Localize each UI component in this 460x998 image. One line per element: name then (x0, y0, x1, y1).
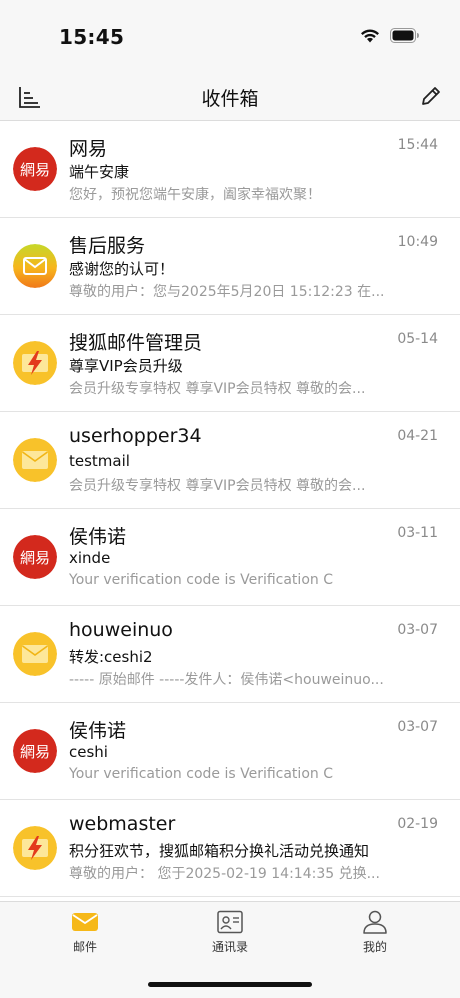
sender-avatar (13, 244, 57, 288)
mail-sender: 售后服务 (69, 235, 146, 257)
mail-sender: userhopper34 (69, 425, 202, 447)
mail-subject: 端午安康 (69, 163, 130, 181)
mail-sender: 侯伟诺 (69, 720, 127, 742)
mail-row[interactable]: houweinuo 03-07 转发:ceshi2 ----- 原始邮件 ---… (0, 606, 460, 703)
svg-text:網易: 網易 (20, 161, 50, 179)
tab-mail-label: 邮件 (72, 940, 97, 954)
mail-preview: 尊敬的用户：您与2025年5月20日 15:12:23 在... (69, 284, 385, 300)
envelope-icon (13, 438, 57, 482)
mail-row[interactable]: 網易 侯伟诺 03-07 ceshi Your verification cod… (0, 703, 460, 800)
svg-text:網易: 網易 (20, 743, 50, 761)
sender-avatar (13, 632, 57, 676)
tab-contacts[interactable]: 通讯录 (180, 910, 280, 955)
mail-row[interactable]: 搜狐邮件管理员 05-14 尊享VIP会员升级 会员升级专享特权 尊享VIP会员… (0, 315, 460, 412)
mail-preview: 尊敬的用户： 您于2025-02-19 14:14:35 兑换... (69, 866, 380, 882)
mail-preview: 会员升级专享特权 尊享VIP会员特权 尊敬的会... (69, 381, 366, 397)
wifi-icon (361, 29, 379, 43)
mail-time: 15:44 (397, 137, 438, 153)
status-bar: 15:45 (0, 0, 460, 74)
mail-sender: webmaster (69, 813, 176, 835)
tab-me-label: 我的 (362, 940, 387, 954)
mail-sender: 侯伟诺 (69, 526, 127, 548)
tab-contacts-label: 通讯录 (211, 940, 248, 954)
sender-avatar (13, 826, 57, 870)
sender-avatar: 網易 (13, 147, 57, 191)
battery-icon (390, 28, 419, 43)
mail-time: 05-14 (397, 331, 438, 347)
home-indicator (148, 982, 312, 987)
mail-row[interactable]: 售后服务 10:49 感谢您的认可！ 尊敬的用户：您与2025年5月20日 15… (0, 218, 460, 315)
service-mail-icon (13, 244, 57, 288)
mail-subject: ceshi (69, 743, 108, 761)
mail-sender: 网易 (69, 138, 108, 160)
page-title: 收件箱 (201, 88, 259, 110)
mail-sender: 搜狐邮件管理员 (69, 332, 203, 354)
mail-subject: testmail (69, 452, 130, 470)
sender-avatar (13, 341, 57, 385)
mail-subject: 尊享VIP会员升级 (69, 357, 183, 375)
mail-row[interactable]: 網易 侯伟诺 03-11 xinde Your verification cod… (0, 509, 460, 606)
mail-time: 03-11 (397, 525, 438, 541)
mail-row[interactable]: 網易 网易 15:44 端午安康 您好，预祝您端午安康，阖家幸福欢聚！ (0, 121, 460, 218)
status-time: 15:45 (59, 25, 125, 49)
sender-avatar (13, 438, 57, 482)
sohu-lightning-icon (13, 341, 57, 385)
person-icon (363, 910, 387, 934)
mail-preview: 您好，预祝您端午安康，阖家幸福欢聚！ (69, 187, 321, 203)
mail-preview: Your verification code is Verification C (69, 572, 333, 588)
mail-time: 10:49 (397, 234, 438, 250)
svg-text:網易: 網易 (20, 549, 50, 567)
contacts-icon (217, 910, 243, 934)
mail-subject: 积分狂欢节，搜狐邮箱积分换礼活动兑换通知 (69, 842, 370, 860)
mail-subject: xinde (69, 549, 111, 567)
compose-pencil-icon[interactable] (418, 83, 444, 109)
mail-list[interactable]: 網易 网易 15:44 端午安康 您好，预祝您端午安康，阖家幸福欢聚！ 售后服务… (0, 121, 460, 901)
netease-logo-icon: 網易 (13, 729, 57, 773)
netease-logo-icon: 網易 (13, 147, 57, 191)
mail-preview: 会员升级专享特权 尊享VIP会员特权 尊敬的会... (69, 478, 366, 494)
mail-preview: Your verification code is Verification C (69, 766, 333, 782)
mail-icon (72, 913, 98, 931)
status-icons (360, 28, 420, 43)
envelope-icon (13, 632, 57, 676)
mail-time: 02-19 (397, 816, 438, 832)
mail-subject: 感谢您的认可！ (69, 260, 175, 278)
sender-avatar: 網易 (13, 535, 57, 579)
tab-me[interactable]: 我的 (325, 910, 425, 955)
sohu-lightning-icon (13, 826, 57, 870)
mail-time: 03-07 (397, 622, 438, 638)
sender-avatar: 網易 (13, 729, 57, 773)
mail-preview: ----- 原始邮件 -----发件人：侯伟诺<houweinuo... (69, 672, 384, 688)
nav-bar: 收件箱 (0, 74, 460, 121)
mail-sender: houweinuo (69, 619, 173, 641)
mail-row[interactable]: userhopper34 04-21 testmail 会员升级专享特权 尊享V… (0, 412, 460, 509)
mail-subject: 转发:ceshi2 (69, 648, 153, 666)
mail-time: 03-07 (397, 719, 438, 735)
mail-time: 04-21 (397, 428, 438, 444)
netease-logo-icon: 網易 (13, 535, 57, 579)
mail-row[interactable]: webmaster 02-19 积分狂欢节，搜狐邮箱积分换礼活动兑换通知 尊敬的… (0, 800, 460, 897)
tab-mail[interactable]: 邮件 (35, 910, 135, 955)
